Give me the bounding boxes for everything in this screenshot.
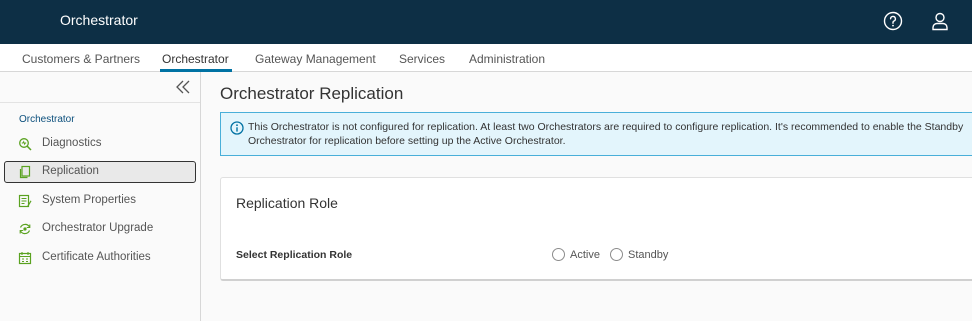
sidebar-section-title: Orchestrator — [19, 114, 75, 125]
certificate-icon — [18, 251, 32, 265]
sidebar-item-label: Replication — [42, 165, 99, 177]
user-icon[interactable] — [929, 10, 951, 32]
sidebar-item-certificate-authorities[interactable]: Certificate Authorities — [4, 247, 196, 269]
card-title: Replication Role — [236, 195, 338, 211]
replication-icon — [18, 165, 32, 179]
system-properties-icon — [18, 194, 32, 208]
nav-customers-partners[interactable]: Customers & Partners — [22, 52, 140, 66]
sidebar-item-label: Diagnostics — [42, 137, 102, 149]
help-icon[interactable] — [882, 10, 904, 32]
nav-gateway-management[interactable]: Gateway Management — [255, 52, 376, 66]
diagnostics-icon — [18, 137, 32, 151]
sidebar-item-orchestrator-upgrade[interactable]: Orchestrator Upgrade — [4, 218, 196, 240]
radio-standby[interactable]: Standby — [610, 248, 668, 261]
info-icon — [230, 121, 244, 135]
nav-administration[interactable]: Administration — [469, 52, 545, 66]
nav-services[interactable]: Services — [399, 52, 445, 66]
sidebar-item-replication[interactable]: Replication — [4, 161, 196, 183]
alert-message: This Orchestrator is not configured for … — [248, 121, 964, 147]
sidebar-item-label: System Properties — [42, 194, 136, 206]
sidebar-divider — [0, 102, 200, 103]
top-header: Orchestrator — [0, 0, 972, 44]
sidebar-item-label: Certificate Authorities — [42, 251, 151, 263]
radio-active-label: Active — [570, 248, 600, 261]
nav-orchestrator[interactable]: Orchestrator — [162, 52, 229, 66]
main-nav: Customers & Partners Orchestrator Gatewa… — [0, 44, 972, 72]
app-title: Orchestrator — [60, 12, 138, 28]
radio-active-circle[interactable] — [552, 248, 565, 261]
radio-standby-label: Standby — [628, 248, 669, 261]
info-alert: This Orchestrator is not configured for … — [220, 112, 972, 156]
replication-role-card: Replication Role Select Replication Role… — [220, 177, 972, 281]
collapse-sidebar-icon[interactable] — [174, 78, 192, 96]
page-title: Orchestrator Replication — [220, 84, 404, 103]
radio-active[interactable]: Active — [552, 248, 600, 261]
upgrade-icon — [18, 222, 32, 236]
sidebar-item-system-properties[interactable]: System Properties — [4, 190, 196, 212]
replication-role-label: Select Replication Role — [236, 249, 353, 261]
sidebar-item-diagnostics[interactable]: Diagnostics — [4, 133, 196, 155]
radio-standby-circle[interactable] — [610, 248, 623, 261]
sidebar-item-label: Orchestrator Upgrade — [42, 222, 154, 234]
